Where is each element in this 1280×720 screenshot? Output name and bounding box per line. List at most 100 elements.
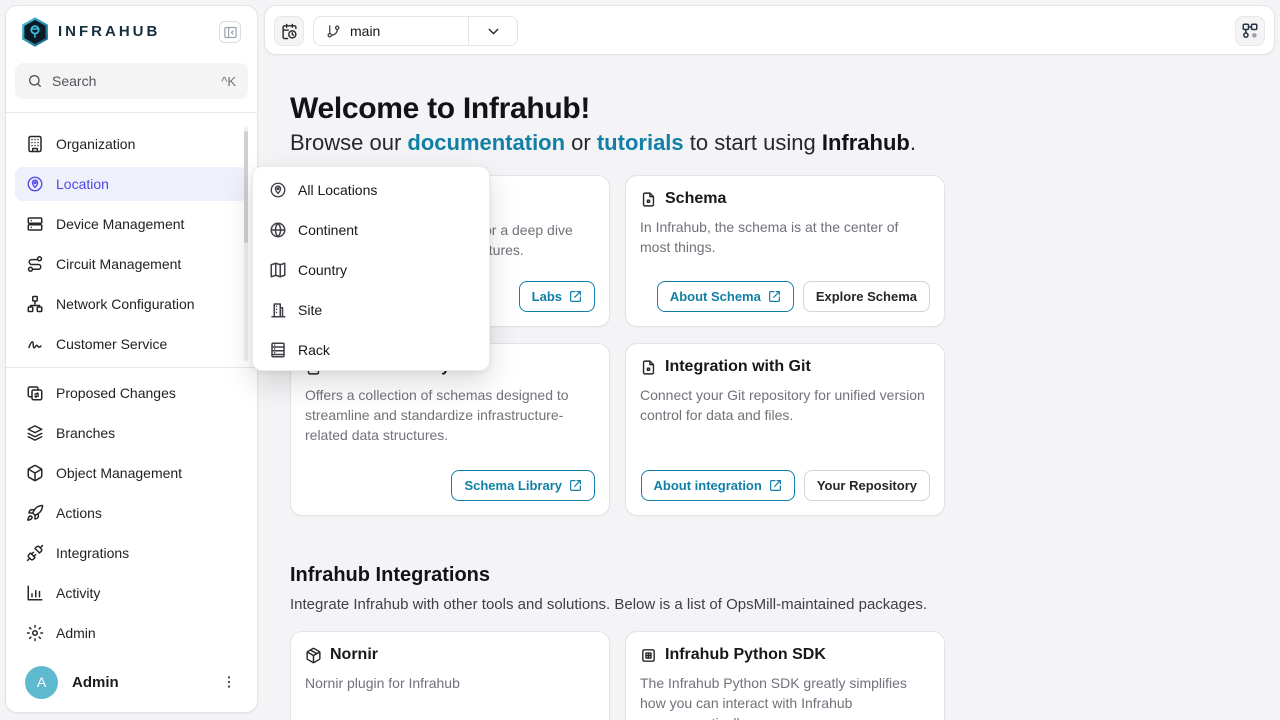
chevron-down-icon[interactable] (469, 23, 517, 40)
button-label: Explore Schema (816, 289, 917, 304)
card-description: Nornir plugin for Infrahub (305, 673, 595, 693)
sidebar-item-label: Location (56, 176, 109, 192)
explore-schema-button[interactable]: Explore Schema (803, 281, 930, 312)
button-label: Labs (532, 289, 562, 304)
kebab-menu-icon[interactable] (218, 671, 240, 693)
page-title: Welcome to Infrahub! (290, 92, 590, 126)
map-icon (269, 261, 287, 279)
signature-icon (26, 335, 44, 353)
intro-middle: or (565, 130, 597, 155)
panel-collapse-icon (223, 25, 238, 40)
building-icon (269, 301, 287, 319)
package-icon (305, 647, 322, 664)
sidebar-item-location[interactable]: Location (15, 167, 248, 201)
about-schema-button[interactable]: About Schema (657, 281, 794, 312)
sidebar-item-branches[interactable]: Branches (15, 416, 248, 450)
sidebar-item-activity[interactable]: Activity (15, 576, 248, 610)
sidebar-divider (6, 367, 257, 368)
card-title: Integration with Git (665, 358, 811, 376)
documentation-link[interactable]: documentation (407, 130, 565, 155)
welcome-intro: Browse our documentation or tutorials to… (290, 130, 916, 156)
button-label: About Schema (670, 289, 761, 304)
user-name: Admin (72, 674, 119, 691)
menu-item-rack[interactable]: Rack (253, 330, 489, 370)
button-label: Schema Library (464, 478, 562, 493)
schema-card: Schema In Infrahub, the schema is at the… (625, 175, 945, 327)
button-label: Your Repository (817, 478, 917, 493)
external-link-icon (569, 290, 582, 303)
time-travel-button[interactable] (274, 16, 304, 46)
sidebar-item-network-configuration[interactable]: Network Configuration (15, 287, 248, 321)
about-integration-button[interactable]: About integration (641, 470, 795, 501)
sidebar-item-customer-service[interactable]: Customer Service (15, 327, 248, 361)
rocket-icon (26, 504, 44, 522)
sidebar-item-label: Proposed Changes (56, 385, 176, 401)
globe-icon (269, 221, 287, 239)
integrations-section-title: Infrahub Integrations (290, 564, 490, 587)
menu-item-site[interactable]: Site (253, 290, 489, 330)
sidebar-item-actions[interactable]: Actions (15, 496, 248, 530)
map-pin-icon (26, 175, 44, 193)
sidebar-item-object-management[interactable]: Object Management (15, 456, 248, 490)
sidebar-item-organization[interactable]: Organization (15, 127, 248, 161)
sidebar-item-label: Object Management (56, 465, 182, 481)
sidebar-collapse-button[interactable] (219, 21, 241, 43)
git-branch-icon (326, 24, 341, 39)
sidebar-scrollbar-track (244, 127, 248, 361)
workflow-button[interactable] (1235, 16, 1265, 46)
sidebar-item-device-management[interactable]: Device Management (15, 207, 248, 241)
sidebar-item-label: Actions (56, 505, 102, 521)
tutorials-link[interactable]: tutorials (597, 130, 684, 155)
git-integration-card: Integration with Git Connect your Git re… (625, 343, 945, 516)
file-icon (640, 359, 657, 376)
topbar: main (264, 5, 1275, 55)
menu-item-country[interactable]: Country (253, 250, 489, 290)
python-sdk-card: Infrahub Python SDK The Infrahub Python … (625, 631, 945, 720)
sidebar-item-label: Customer Service (56, 336, 167, 352)
location-dropdown-menu: All Locations Continent Country Site (252, 166, 490, 371)
external-link-icon (768, 290, 781, 303)
menu-item-label: All Locations (298, 182, 377, 198)
sidebar-item-label: Network Configuration (56, 296, 195, 312)
infrahub-logo-icon (20, 17, 50, 47)
your-repository-button[interactable]: Your Repository (804, 470, 930, 501)
sidebar-header: INFRAHUB (6, 6, 257, 58)
avatar: A (25, 666, 58, 699)
schema-library-button[interactable]: Schema Library (451, 470, 595, 501)
sidebar-item-admin[interactable]: Admin (15, 616, 248, 650)
file-diff-icon (26, 384, 44, 402)
branch-selector[interactable]: main (313, 16, 518, 46)
sidebar-nav-secondary: Proposed Changes Branches Object Managem… (6, 376, 257, 656)
sidebar-item-proposed-changes[interactable]: Proposed Changes (15, 376, 248, 410)
bar-chart-icon (26, 584, 44, 602)
card-description: In Infrahub, the schema is at the center… (640, 217, 930, 257)
labs-button[interactable]: Labs (519, 281, 595, 312)
sidebar-item-integrations[interactable]: Integrations (15, 536, 248, 570)
menu-item-continent[interactable]: Continent (253, 210, 489, 250)
sidebar-scrollbar-thumb[interactable] (244, 131, 248, 243)
calendar-clock-icon (281, 23, 298, 40)
network-icon (26, 295, 44, 313)
sidebar-item-label: Admin (56, 625, 96, 641)
user-menu[interactable]: A Admin (15, 660, 248, 704)
menu-item-label: Rack (298, 342, 330, 358)
plug-icon (26, 544, 44, 562)
sidebar: INFRAHUB Search ^K Orga (5, 5, 258, 713)
intro-prefix: Browse our (290, 130, 407, 155)
nornir-card: Nornir Nornir plugin for Infrahub (290, 631, 610, 720)
building-icon (26, 135, 44, 153)
sidebar-item-label: Circuit Management (56, 256, 181, 272)
card-text-fragment: or a deep dive (484, 220, 573, 240)
intro-brand: Infrahub (822, 130, 910, 155)
sidebar-item-circuit-management[interactable]: Circuit Management (15, 247, 248, 281)
workflow-icon (1241, 22, 1259, 40)
card-title: Infrahub Python SDK (665, 646, 826, 664)
server-icon (26, 215, 44, 233)
search-input[interactable]: Search ^K (15, 63, 248, 99)
box-icon (26, 464, 44, 482)
sidebar-item-label: Device Management (56, 216, 184, 232)
sidebar-item-label: Branches (56, 425, 115, 441)
intro-period: . (910, 130, 916, 155)
menu-item-all-locations[interactable]: All Locations (253, 170, 489, 210)
card-title: Nornir (330, 646, 378, 664)
